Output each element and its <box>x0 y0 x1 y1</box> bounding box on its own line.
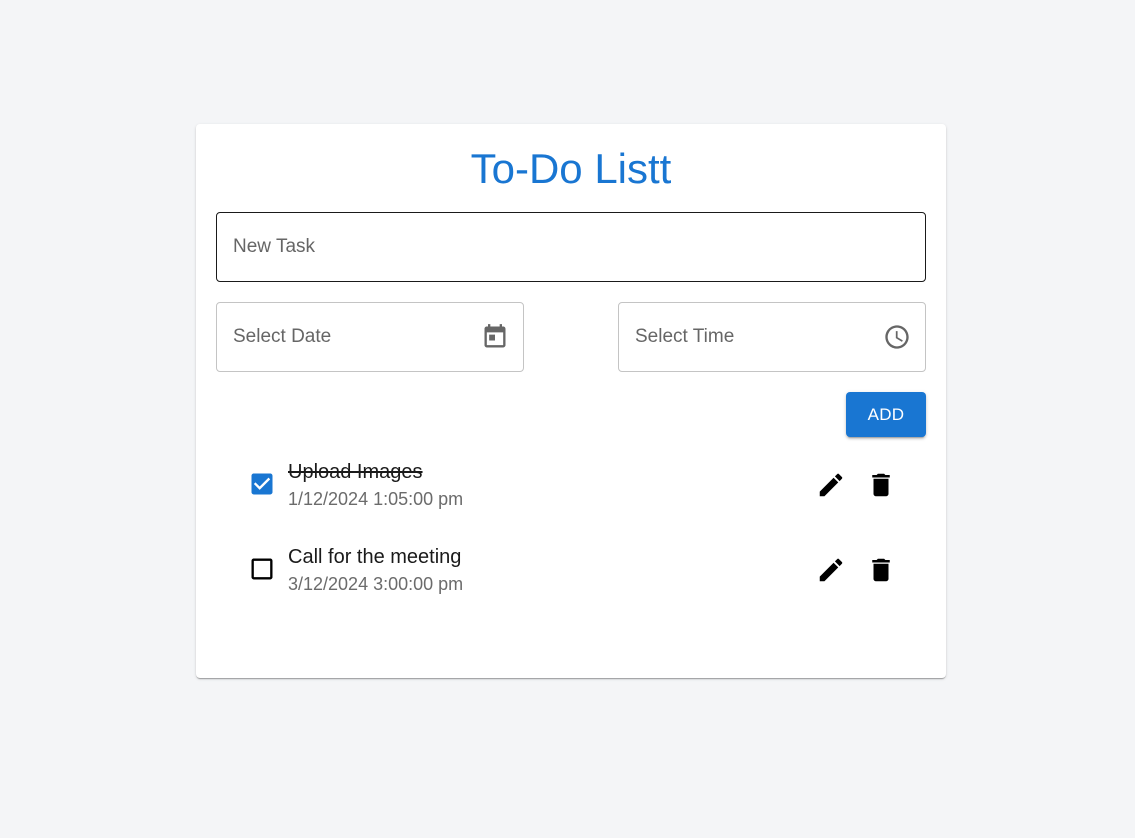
pencil-icon[interactable] <box>816 555 846 585</box>
task-item: Call for the meeting 3/12/2024 3:00:00 p… <box>248 543 908 603</box>
page-title: To-Do Listt <box>470 145 672 192</box>
task-item: Upload Images 1/12/2024 1:05:00 pm <box>248 458 908 518</box>
task-text: Upload Images 1/12/2024 1:05:00 pm <box>288 458 463 512</box>
time-placeholder: Select Time <box>635 326 735 347</box>
task-checkbox-checked[interactable] <box>248 470 276 498</box>
new-task-input[interactable]: New Task <box>216 212 926 282</box>
task-name: Call for the meeting <box>288 546 462 568</box>
task-datetime: 1/12/2024 1:05:00 pm <box>288 489 464 509</box>
task-datetime: 3/12/2024 3:00:00 pm <box>288 574 464 594</box>
new-task-placeholder: New Task <box>233 236 316 257</box>
clock-icon[interactable] <box>883 323 911 351</box>
trash-icon[interactable] <box>866 555 896 585</box>
task-text: Call for the meeting 3/12/2024 3:00:00 p… <box>288 543 463 597</box>
todo-card: To-Do Listt New Task Select Date Select … <box>196 124 946 678</box>
date-placeholder: Select Date <box>233 326 332 347</box>
pencil-icon[interactable] <box>816 470 846 500</box>
add-button[interactable]: ADD <box>846 392 926 437</box>
trash-icon[interactable] <box>866 470 896 500</box>
date-picker-input[interactable]: Select Date <box>216 302 524 372</box>
task-name: Upload Images <box>288 461 423 483</box>
task-checkbox-unchecked[interactable] <box>248 555 276 583</box>
time-picker-input[interactable]: Select Time <box>618 302 926 372</box>
calendar-icon[interactable] <box>481 323 509 351</box>
